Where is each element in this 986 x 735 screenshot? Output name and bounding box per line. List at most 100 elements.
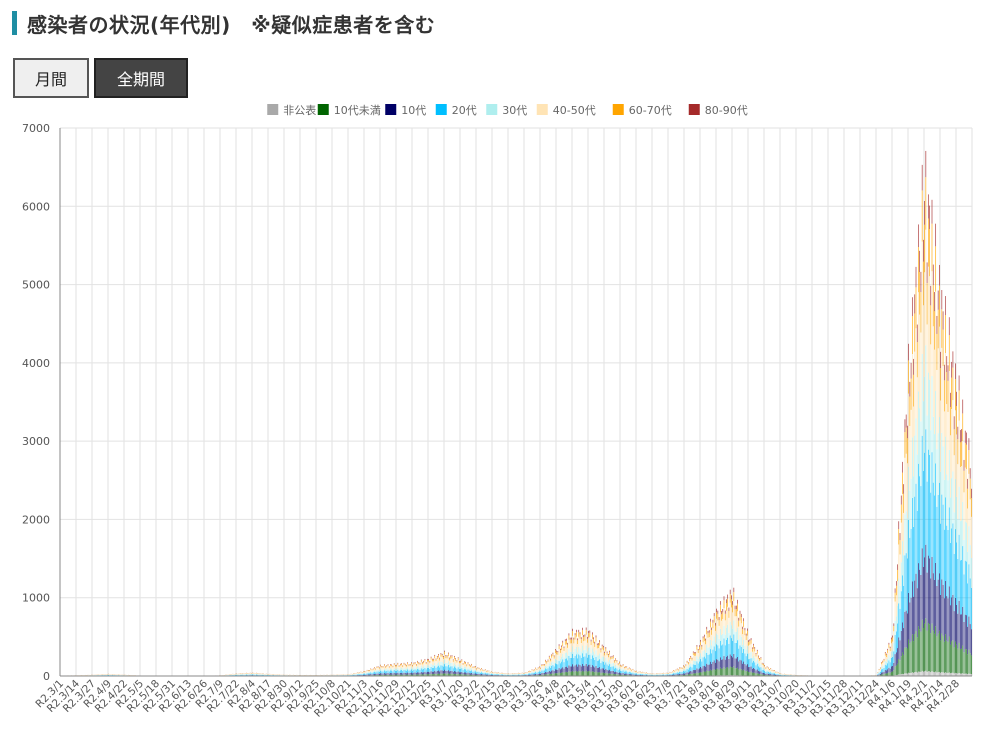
bar-segment	[456, 666, 458, 669]
legend-label[interactable]: 10代	[401, 104, 426, 117]
bar-segment	[491, 672, 492, 674]
bar-segment	[422, 662, 423, 663]
legend-swatch[interactable]	[536, 104, 548, 115]
bar-segment	[589, 647, 591, 655]
bar-segment	[617, 668, 619, 671]
bar-segment	[460, 666, 461, 669]
bar-segment	[675, 670, 677, 672]
bar-segment	[564, 658, 566, 667]
bar-segment	[364, 671, 365, 673]
bar-segment	[477, 671, 479, 674]
bar-segment	[495, 674, 497, 676]
bar-segment	[632, 669, 634, 670]
bar-segment	[621, 667, 623, 670]
bar-segment	[433, 667, 434, 672]
bar-segment	[753, 672, 754, 676]
bar-segment	[644, 674, 646, 676]
bar-segment	[377, 667, 379, 670]
bar-segment	[705, 666, 706, 672]
bar-segment	[674, 673, 676, 675]
bar-segment	[390, 664, 391, 666]
legend-label[interactable]: 80-90代	[705, 104, 748, 117]
legend-label[interactable]: 20代	[452, 104, 477, 117]
bar-segment	[697, 673, 699, 676]
bar-segment	[770, 672, 772, 674]
bar-segment	[697, 658, 699, 664]
legend-label[interactable]: 30代	[502, 104, 527, 117]
legend-label[interactable]: 10代未満	[334, 104, 381, 117]
bar-segment	[595, 641, 597, 651]
legend-swatch[interactable]	[267, 104, 279, 115]
bar-segment	[482, 671, 484, 673]
bar-segment	[590, 653, 592, 659]
bar-segment	[591, 655, 593, 666]
bar-segment	[754, 651, 756, 658]
bar-segment	[665, 673, 667, 675]
bar-segment	[653, 673, 655, 675]
bar-segment	[430, 656, 432, 658]
bar-segment	[440, 670, 442, 674]
legend-swatch[interactable]	[486, 104, 498, 115]
bar-segment	[681, 672, 683, 674]
all-period-button[interactable]: 全期間	[94, 58, 188, 98]
legend-swatch[interactable]	[317, 104, 329, 115]
bar-segment	[630, 671, 631, 673]
bar-segment	[591, 665, 593, 672]
bar-segment	[590, 666, 592, 672]
bar-segment	[616, 668, 618, 673]
bar-segment	[659, 674, 661, 676]
bar-segment	[536, 674, 538, 676]
bar-segment	[403, 672, 405, 675]
bar-segment	[609, 654, 610, 661]
bar-segment	[441, 665, 443, 671]
bar-segment	[411, 664, 412, 668]
bar-segment	[449, 657, 450, 659]
bar-segment	[622, 668, 624, 671]
bar-segment	[605, 647, 607, 649]
bar-segment	[668, 673, 669, 675]
bar-segment	[710, 639, 711, 650]
bar-segment	[771, 673, 773, 675]
bar-segment	[434, 654, 436, 656]
bar-segment	[594, 643, 596, 647]
legend-swatch[interactable]	[435, 104, 447, 115]
bar-segment	[599, 653, 601, 660]
bar-segment	[657, 673, 658, 675]
bar-segment	[551, 665, 553, 671]
bar-segment	[537, 667, 539, 669]
bar-segment	[635, 672, 636, 674]
bar-segment	[751, 662, 753, 669]
bar-segment	[670, 673, 672, 675]
bar-segment	[402, 671, 404, 674]
bar-segment	[511, 674, 513, 676]
legend-swatch[interactable]	[385, 104, 397, 115]
bar-segment	[703, 634, 705, 637]
bar-segment	[555, 673, 556, 676]
bar-segment	[440, 653, 442, 655]
bar-segment	[541, 664, 543, 665]
bar-segment	[738, 626, 740, 640]
bar-segment	[488, 673, 490, 675]
monthly-button[interactable]: 月間	[13, 58, 89, 98]
bar-segment	[729, 666, 731, 676]
bar-segment	[354, 674, 356, 676]
bar-segment	[568, 665, 570, 672]
bar-segment	[599, 640, 601, 642]
bar-segment	[641, 673, 642, 674]
legend-swatch[interactable]	[688, 104, 700, 115]
bar-segment	[461, 665, 463, 669]
bar-segment	[563, 668, 565, 673]
legend-label[interactable]: 60-70代	[629, 104, 672, 117]
bar-segment	[767, 672, 769, 674]
bar-segment	[438, 662, 439, 666]
bar-segment	[242, 673, 244, 675]
bar-segment	[687, 662, 689, 663]
legend-swatch[interactable]	[612, 104, 624, 115]
legend-label[interactable]: 40-50代	[553, 104, 596, 117]
bar-segment	[534, 674, 535, 676]
bar-segment	[569, 643, 571, 652]
bar-segment	[689, 659, 690, 661]
legend-label[interactable]: 非公表	[283, 103, 316, 117]
bar-segment	[497, 673, 498, 675]
bar-segment	[760, 664, 762, 668]
